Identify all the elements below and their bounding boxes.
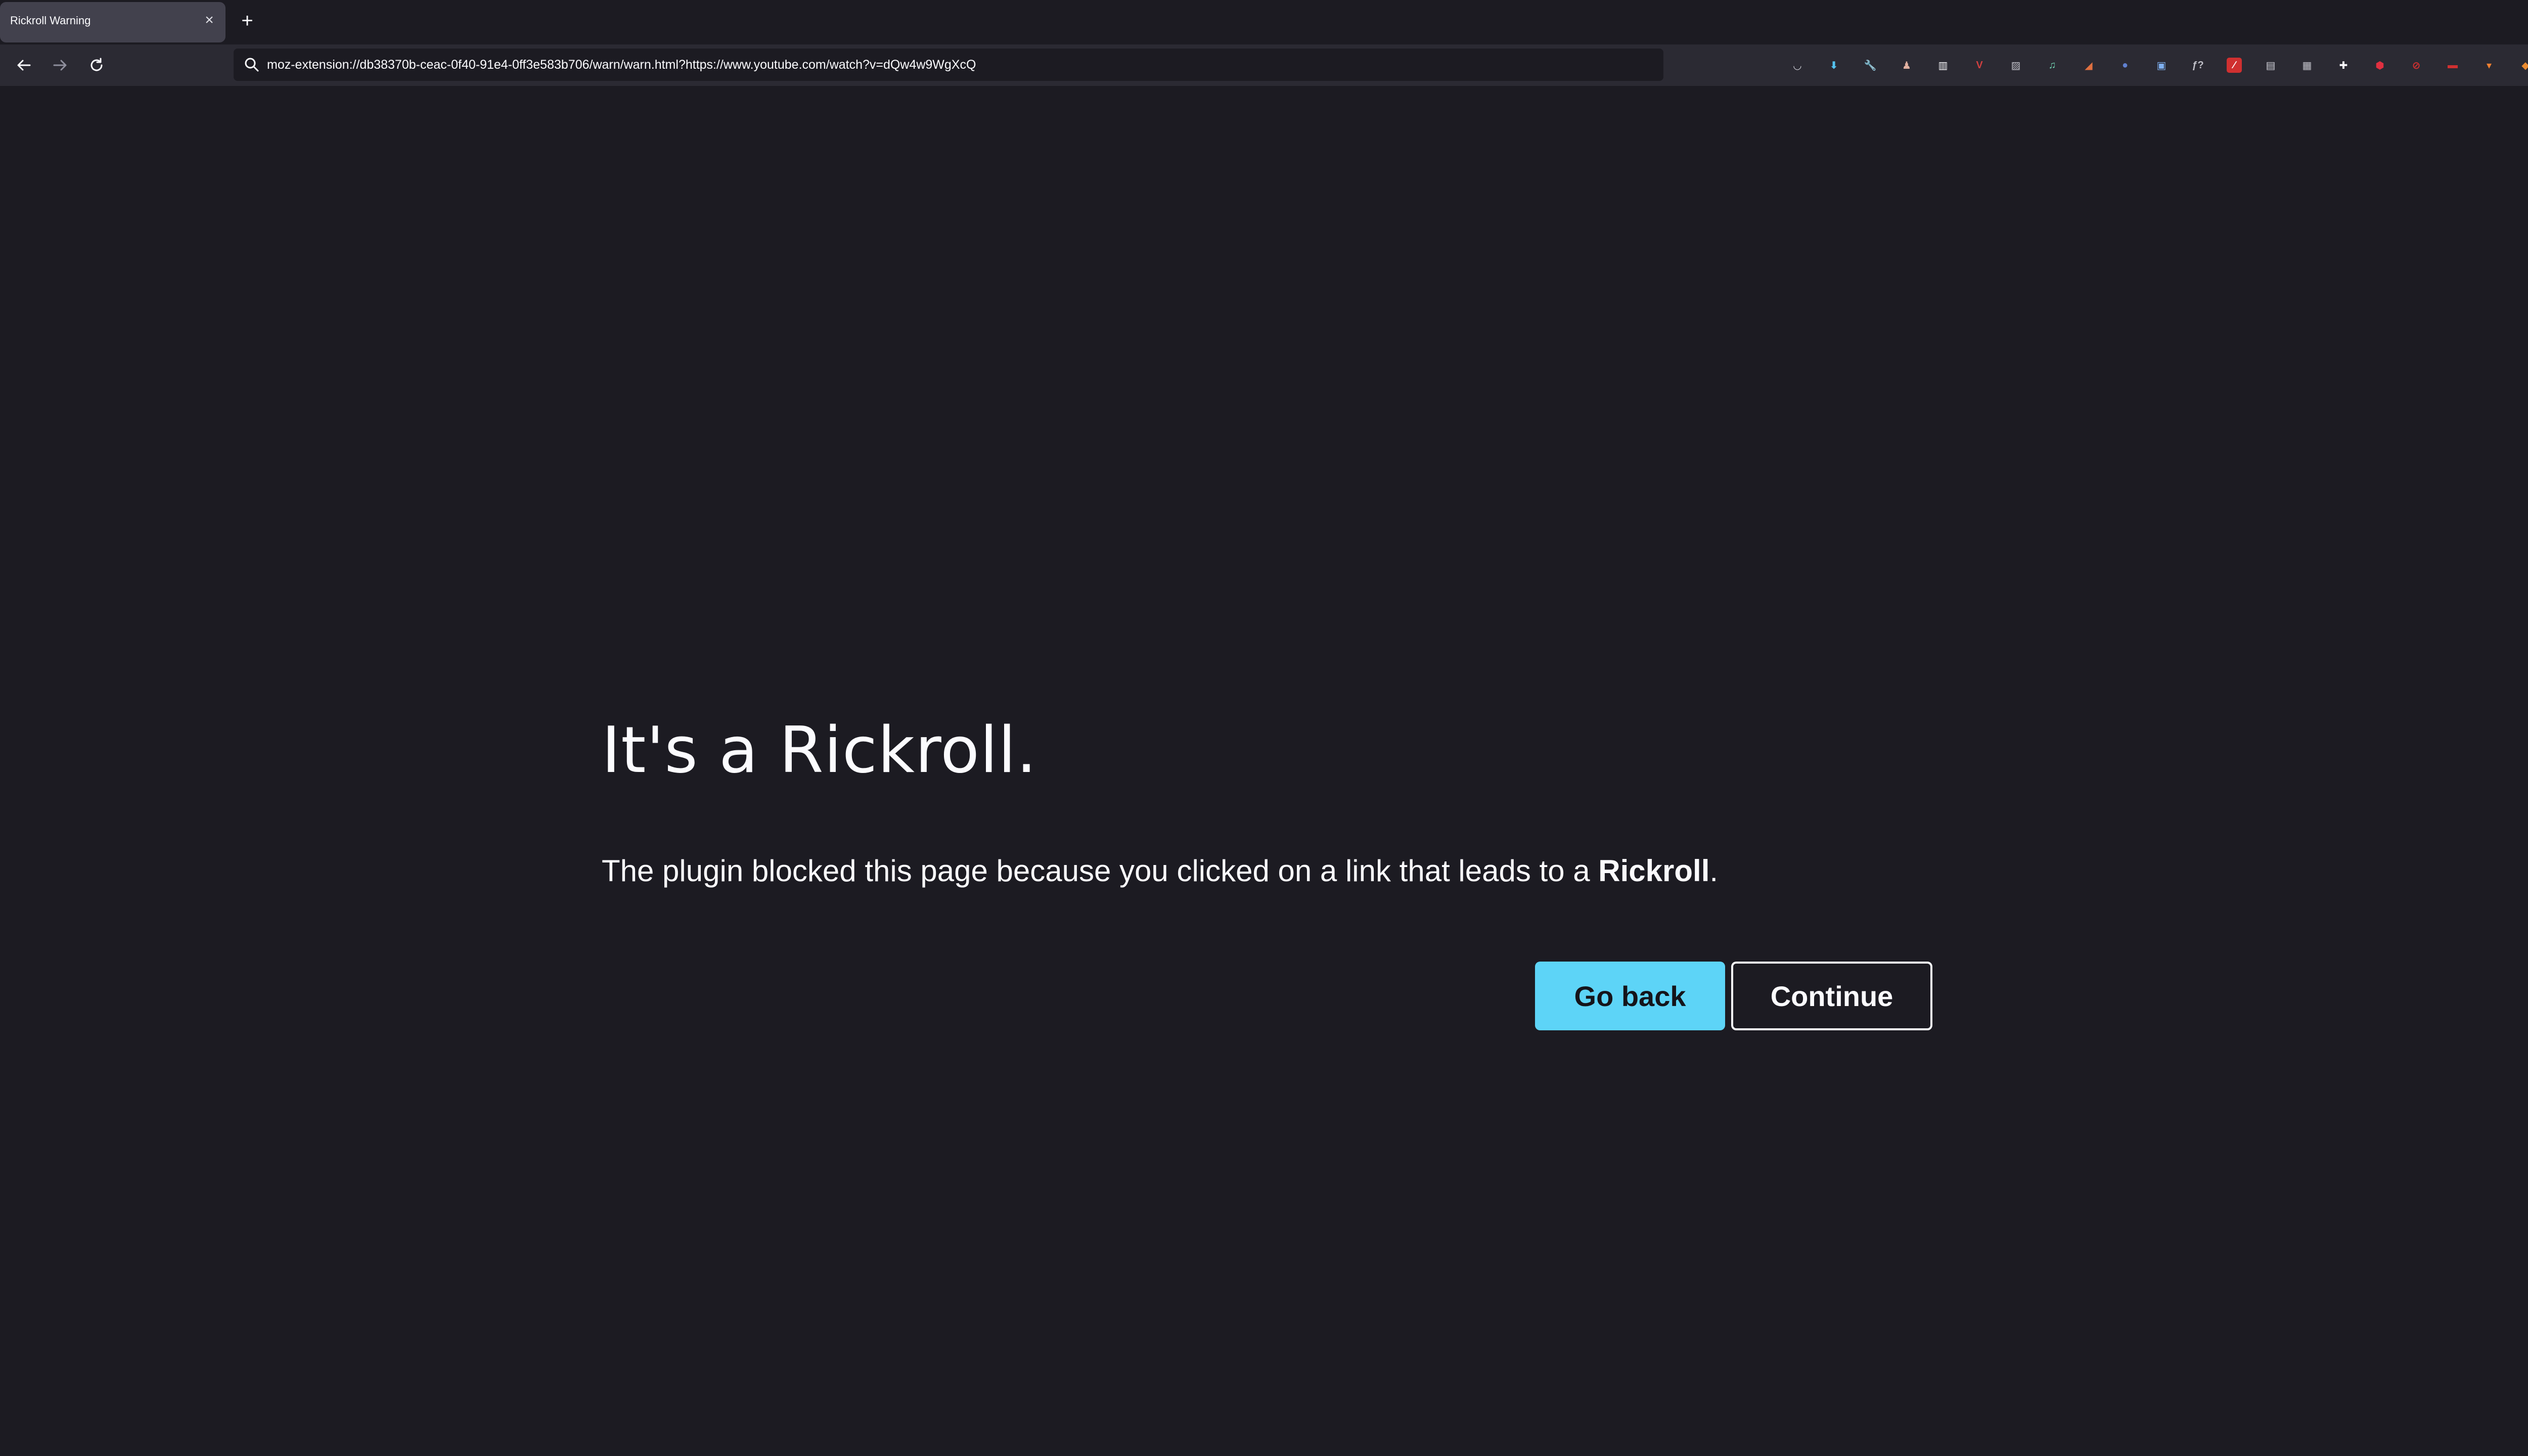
- pocket-icon-glyph: ◡: [1793, 60, 1801, 71]
- message-strong: Rickroll: [1598, 854, 1710, 888]
- back-button[interactable]: [12, 54, 35, 77]
- red-bar-extension-icon-glyph: ▬: [2448, 59, 2458, 71]
- red-bar-extension-icon[interactable]: ▬: [2440, 53, 2465, 78]
- url-text[interactable]: moz-extension://db38370b-ceac-0f40-91e4-…: [267, 58, 976, 72]
- extension-toolbar: ◡ ⬇ 🔧 ♟ ▥ V ▨ ♫ ◢ ● ▣ ƒ? ∕ ▤ ▦ ✚ ⬢ ⊘ ▬ ▾ ◆: [1785, 53, 2528, 78]
- new-tab-button[interactable]: +: [238, 11, 257, 31]
- message-text: The plugin blocked this page because you…: [602, 854, 1599, 888]
- stack-extension-icon-glyph: ▦: [2302, 60, 2312, 71]
- metamask-icon[interactable]: ◆: [2513, 53, 2528, 78]
- downloads-icon-glyph: ⬇: [1829, 60, 1838, 71]
- wrench-icon-glyph: 🔧: [1864, 60, 1877, 71]
- url-bar[interactable]: moz-extension://db38370b-ceac-0f40-91e4-…: [234, 49, 1663, 81]
- code-extension-icon-glyph: ◢: [2085, 60, 2093, 71]
- windows-extension-icon-glyph: ▣: [2156, 60, 2166, 71]
- message-suffix: .: [1709, 854, 1719, 888]
- nav-toolbar: moz-extension://db38370b-ceac-0f40-91e4-…: [0, 44, 2528, 86]
- metamask-icon-glyph: ◆: [2521, 60, 2528, 71]
- red-circle-extension-icon[interactable]: ⊘: [2404, 53, 2429, 78]
- library-icon-glyph: ▥: [1938, 60, 1948, 71]
- pocket-icon[interactable]: ◡: [1785, 53, 1810, 78]
- music-extension-icon-glyph: ♫: [2048, 59, 2056, 71]
- stack-extension-icon[interactable]: ▦: [2294, 53, 2320, 78]
- tab-rickroll-warning[interactable]: Rickroll Warning ×: [0, 2, 225, 42]
- close-icon[interactable]: ×: [201, 12, 217, 28]
- red-shield-extension-icon-glyph: ⬢: [2375, 60, 2384, 71]
- red-shield-extension-icon[interactable]: ⬢: [2367, 53, 2392, 78]
- puzzle-icon[interactable]: ✚: [2331, 53, 2356, 78]
- go-back-button[interactable]: Go back: [1535, 962, 1725, 1030]
- continue-button[interactable]: Continue: [1731, 962, 1932, 1030]
- downloads-icon[interactable]: ⬇: [1821, 53, 1846, 78]
- wrench-icon[interactable]: 🔧: [1858, 53, 1883, 78]
- windows-extension-icon[interactable]: ▣: [2149, 53, 2174, 78]
- library-icon[interactable]: ▥: [1930, 53, 1956, 78]
- image-extension-icon-glyph: ▨: [2011, 60, 2021, 71]
- orange-cup-extension-icon-glyph: ▾: [2486, 60, 2492, 71]
- red-square-extension-icon-glyph: ∕: [2227, 58, 2242, 73]
- code-extension-icon[interactable]: ◢: [2076, 53, 2101, 78]
- extension-figure-icon[interactable]: ♟: [1894, 53, 1919, 78]
- red-circle-extension-icon-glyph: ⊘: [2412, 60, 2421, 71]
- music-extension-icon[interactable]: ♫: [2040, 53, 2065, 78]
- reload-icon: [91, 58, 103, 71]
- gray-square-extension-icon-glyph: ▤: [2266, 60, 2276, 71]
- tab-title: Rickroll Warning: [10, 14, 91, 27]
- arrow-left-icon: [17, 60, 31, 71]
- puzzle-icon-glyph: ✚: [2339, 60, 2348, 71]
- vue-devtools-icon[interactable]: V: [1967, 53, 1992, 78]
- forward-button[interactable]: [49, 54, 72, 77]
- orange-cup-extension-icon[interactable]: ▾: [2476, 53, 2502, 78]
- warning-message: The plugin blocked this page because you…: [602, 853, 1718, 888]
- round-blue-extension-icon-glyph: ●: [2121, 59, 2129, 71]
- vue-devtools-icon-glyph: V: [1976, 59, 1983, 71]
- red-square-extension-icon[interactable]: ∕: [2222, 53, 2247, 78]
- reload-button[interactable]: [85, 54, 108, 77]
- extension-figure-icon-glyph: ♟: [1902, 60, 1911, 71]
- tab-strip: Rickroll Warning × +: [0, 0, 2528, 44]
- font-extension-icon[interactable]: ƒ?: [2185, 53, 2210, 78]
- round-blue-extension-icon[interactable]: ●: [2112, 53, 2138, 78]
- page-content: It's a Rickroll. The plugin blocked this…: [0, 86, 2528, 1456]
- gray-square-extension-icon[interactable]: ▤: [2258, 53, 2283, 78]
- image-extension-icon[interactable]: ▨: [2003, 53, 2028, 78]
- arrow-right-icon: [53, 60, 67, 71]
- page-title: It's a Rickroll.: [602, 713, 1037, 787]
- font-extension-icon-glyph: ƒ?: [2192, 59, 2204, 71]
- search-icon: [245, 58, 259, 72]
